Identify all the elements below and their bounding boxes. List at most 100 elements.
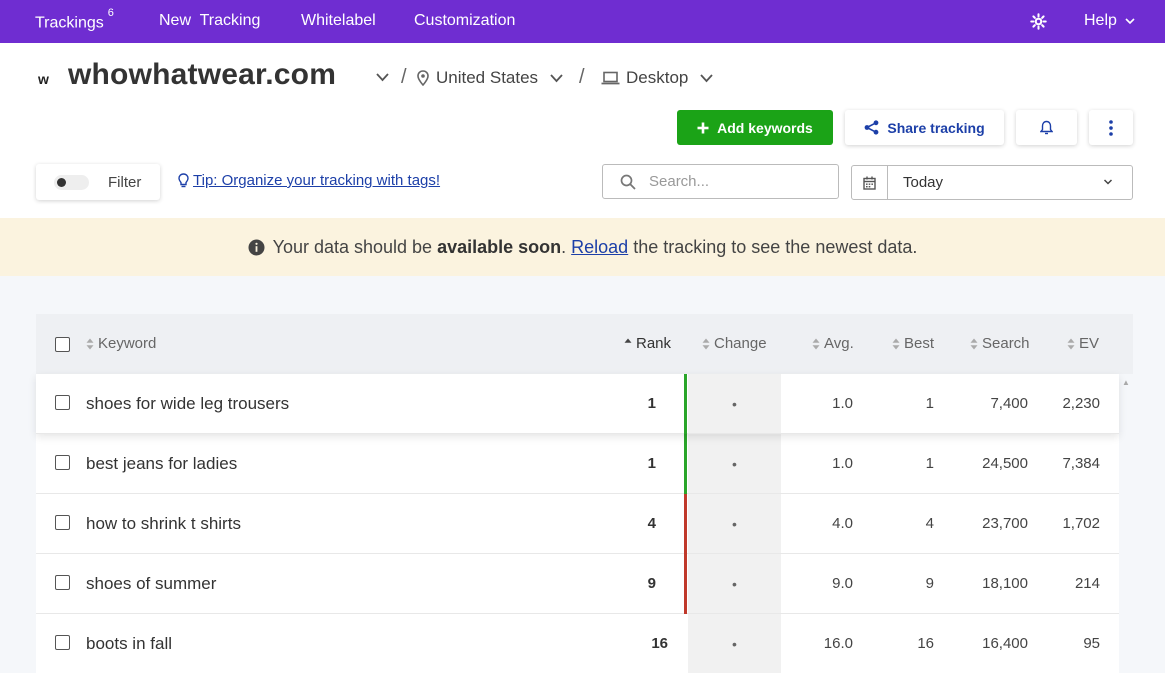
top-nav: Trackings6 New Tracking Whitelabel Custo… [0,0,1165,43]
best-header-label: Best [904,335,935,352]
banner-text-bold: available soon [437,236,562,257]
keyword-cell[interactable]: best jeans for ladies [86,454,237,474]
notifications-button[interactable] [1016,110,1077,145]
date-selector[interactable]: Today [851,165,1133,200]
table-row[interactable]: how to shrink t shirts 4 • 4.0 4 23,700 1,702 [36,494,1119,554]
lightbulb-icon [178,172,189,187]
device-label: Desktop [626,68,689,87]
calendar-button[interactable] [852,166,888,199]
rank-header-label: Rank [636,335,672,352]
column-header-best[interactable]: Best [892,335,934,352]
best-cell: 4 [925,515,934,532]
plus-icon [697,122,709,133]
tags-tip-link[interactable]: Tip: Organize your tracking with tags! [178,172,440,189]
change-header-label: Change [714,335,767,352]
keyword-cell[interactable]: shoes for wide leg trousers [86,394,289,414]
bell-icon [1040,120,1053,135]
change-cell: • [688,614,781,673]
keyword-table-body: shoes for wide leg trousers 1 • 1.0 1 7,400 2,… [36,374,1119,673]
sort-icon [86,338,94,349]
ev-cell: 2,230 [1062,395,1100,412]
ev-cell: 7,384 [1062,455,1100,472]
toggle-knob [57,178,66,187]
domain-chevron-down-icon[interactable] [376,72,389,82]
keyword-cell[interactable]: how to shrink t shirts [86,514,241,534]
toggle-switch[interactable] [54,175,89,190]
table-row[interactable]: boots in fall 16 • 16.0 16 16,400 95 [36,614,1119,673]
change-cell: • [688,494,781,553]
theme-sun-icon[interactable] [1030,13,1047,30]
rank-cell: 16 [651,635,668,652]
ev-cell: 214 [1074,575,1100,592]
table-row[interactable]: best jeans for ladies 1 • 1.0 1 24,500 7,384 [36,434,1119,494]
filter-label: Filter [108,174,142,191]
more-options-button[interactable] [1089,110,1133,145]
row-checkbox[interactable] [55,515,70,530]
sort-icon [1067,338,1075,349]
avg-cell: 16.0 [823,635,853,652]
scroll-up-arrow[interactable]: ▲ [1122,378,1130,387]
keyword-cell[interactable]: shoes of summer [86,574,216,594]
rank-trend-bar [684,554,687,614]
column-header-change[interactable]: Change [702,335,767,352]
device-selector[interactable]: Desktop [601,68,714,88]
site-favicon: w [38,71,49,87]
help-label: Help [1084,12,1117,29]
nav-trackings-label: Trackings [35,14,104,32]
map-pin-icon [417,70,429,86]
share-tracking-label: Share tracking [887,119,985,136]
banner-text-pre: Your data should be [272,236,438,257]
row-checkbox[interactable] [55,455,70,470]
rank-cell: 9 [647,575,656,592]
trackings-count-badge: 6 [107,7,114,19]
data-status-banner: Your data should be available soon. Relo… [0,218,1165,276]
laptop-icon [601,71,620,85]
chevron-down-icon [1103,179,1113,185]
nav-customization[interactable]: Customization [414,12,515,30]
best-cell: 9 [925,575,934,592]
sort-ascending-icon [624,338,632,343]
nav-new-tracking[interactable]: New Tracking [159,12,260,30]
search-volume-cell: 16,400 [982,635,1028,652]
avg-cell: 9.0 [832,575,853,592]
search-input[interactable] [649,173,829,190]
info-icon [248,239,265,255]
rank-cell: 1 [647,455,656,472]
best-cell: 16 [917,635,934,652]
filter-toggle[interactable]: Filter [36,164,160,200]
reload-link[interactable]: Reload [571,237,628,257]
rank-cell: 4 [647,515,656,532]
keyword-header-label: Keyword [98,335,157,352]
ev-cell: 95 [1083,635,1100,652]
nav-whitelabel[interactable]: Whitelabel [301,12,376,30]
rank-trend-bar [684,374,687,434]
column-header-rank[interactable]: Rank [624,335,671,352]
column-header-search[interactable]: Search [970,335,1030,352]
add-keywords-button[interactable]: Add keywords [677,110,833,145]
search-volume-cell: 7,400 [990,395,1028,412]
location-selector[interactable]: United States [417,68,563,88]
column-header-ev[interactable]: EV [1067,335,1099,352]
column-header-keyword[interactable]: Keyword [86,335,156,352]
search-header-label: Search [982,335,1030,352]
share-tracking-button[interactable]: Share tracking [845,110,1004,145]
sort-icon [702,338,710,349]
banner-text-post: the tracking to see the newest data. [628,236,918,257]
row-checkbox[interactable] [55,575,70,590]
table-row[interactable]: shoes for wide leg trousers 1 • 1.0 1 7,400 2,… [36,374,1119,434]
calendar-icon [863,176,876,190]
rank-cell: 1 [647,395,656,412]
column-header-avg[interactable]: Avg. [812,335,854,352]
keyword-cell[interactable]: boots in fall [86,634,172,654]
change-cell: • [688,554,781,613]
kebab-menu-icon [1109,119,1113,136]
row-checkbox[interactable] [55,635,70,650]
nav-trackings[interactable]: Trackings6 [35,7,114,32]
row-checkbox[interactable] [55,395,70,410]
select-all-checkbox[interactable] [55,337,70,352]
banner-text-mid: . [561,236,572,257]
help-menu[interactable]: Help [1084,12,1135,30]
sort-icon [970,338,978,349]
change-cell: • [688,434,781,493]
table-row[interactable]: shoes of summer 9 • 9.0 9 18,100 214 [36,554,1119,614]
